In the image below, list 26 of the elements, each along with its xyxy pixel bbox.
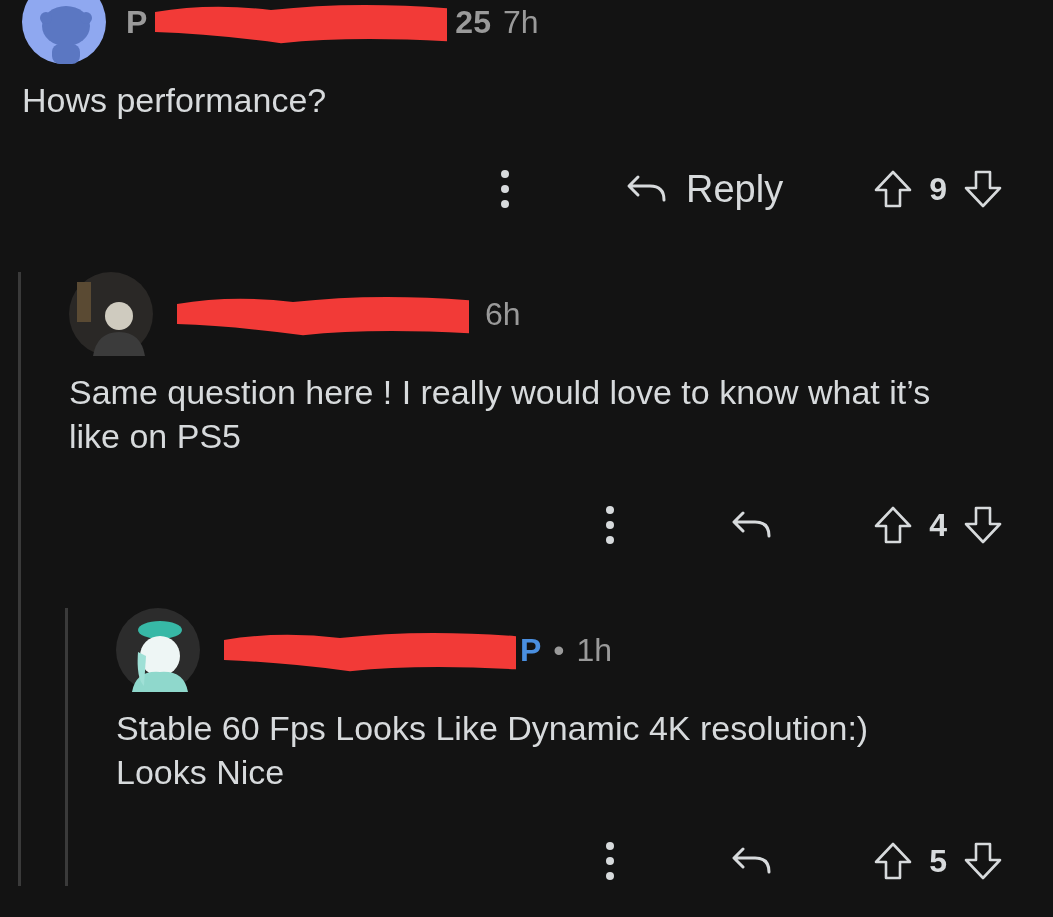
vote-count: 5: [929, 842, 947, 880]
username[interactable]: 25: [455, 3, 491, 41]
downvote-icon[interactable]: [963, 169, 1003, 209]
downvote-icon[interactable]: [963, 505, 1003, 545]
avatar-icon[interactable]: [69, 272, 153, 356]
op-label: P: [520, 631, 542, 669]
downvote-icon[interactable]: [963, 841, 1003, 881]
username[interactable]: P: [126, 3, 148, 41]
separator-dot: •: [553, 631, 565, 669]
upvote-icon[interactable]: [873, 841, 914, 881]
more-options-icon[interactable]: [605, 841, 616, 881]
comment-text: Stable 60 Fps Looks Like Dynamic 4K resolution:) Looks Nice: [116, 708, 870, 793]
more-options-icon[interactable]: [500, 169, 511, 209]
comment-text: Hows performance?: [22, 80, 328, 121]
comment-text: Same question here ! I really would love to know what it’s like on PS5: [69, 372, 932, 457]
comment-time: 6h: [485, 295, 521, 333]
upvote-icon[interactable]: [873, 169, 914, 209]
avatar-icon[interactable]: [22, 0, 106, 64]
comment-time: 7h: [502, 3, 539, 41]
vote-count: 9: [929, 170, 947, 208]
avatar-icon[interactable]: [116, 608, 200, 692]
reply-button[interactable]: Reply: [624, 167, 784, 211]
vote-count: 4: [929, 506, 947, 544]
more-options-icon[interactable]: [605, 505, 616, 545]
upvote-icon[interactable]: [873, 505, 914, 545]
comment-time: 1h: [576, 631, 613, 669]
